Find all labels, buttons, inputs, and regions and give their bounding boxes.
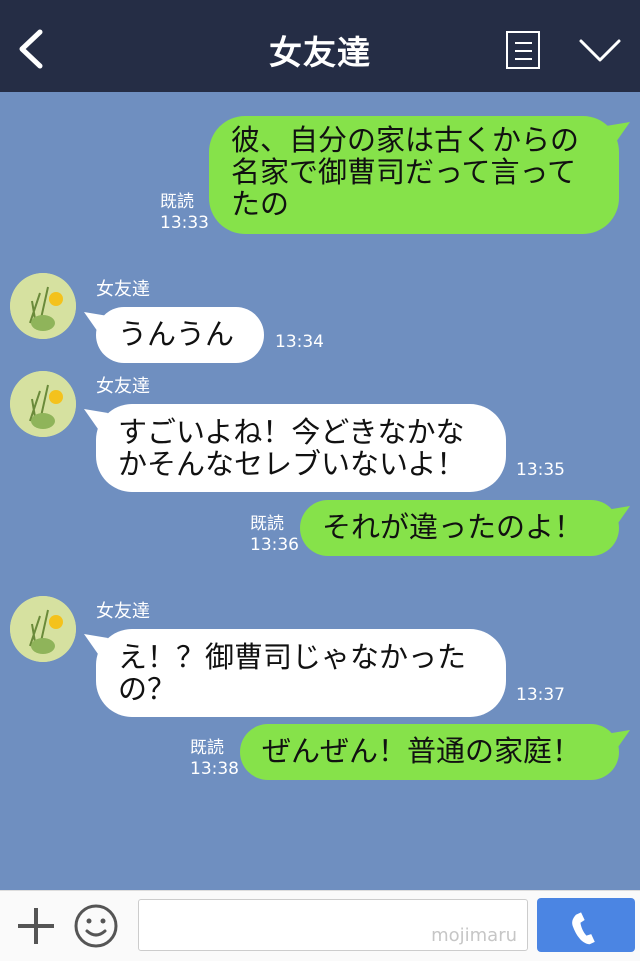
read-receipt: 既読 13:38 bbox=[190, 738, 239, 779]
bubble-tail bbox=[606, 122, 630, 142]
sender-name: 女友達 bbox=[96, 601, 150, 622]
read-receipt: 既読 13:36 bbox=[250, 514, 299, 555]
call-button[interactable] bbox=[537, 898, 635, 952]
read-receipt: 既読 13:33 bbox=[160, 192, 209, 233]
message-input[interactable]: mojimaru bbox=[138, 899, 528, 951]
notes-icon[interactable] bbox=[506, 31, 540, 69]
phone-icon bbox=[572, 912, 595, 945]
sender-name: 女友達 bbox=[96, 279, 150, 300]
chat-title: 女友達 bbox=[269, 33, 371, 72]
chat-header: 女友達 bbox=[0, 0, 640, 92]
watermark-text: mojimaru bbox=[431, 925, 517, 946]
message-time: 13:37 bbox=[516, 685, 565, 705]
bubble-tail bbox=[606, 506, 630, 526]
my-message-bubble[interactable]: ぜんぜん！普通の家庭！ bbox=[240, 724, 619, 780]
chat-input-bar: mojimaru bbox=[0, 890, 640, 961]
avatar[interactable] bbox=[10, 273, 76, 339]
message-time: 13:34 bbox=[275, 332, 324, 352]
avatar[interactable] bbox=[10, 371, 76, 437]
my-message-bubble[interactable]: 彼、自分の家は古くからの 名家で御曹司だって言って たの bbox=[209, 116, 619, 234]
smiley-icon[interactable] bbox=[73, 903, 119, 949]
sender-name: 女友達 bbox=[96, 376, 150, 397]
message-list[interactable]: 既読 13:33 彼、自分の家は古くからの 名家で御曹司だって言って たの 女友達 う… bbox=[0, 92, 640, 890]
message-time: 13:35 bbox=[516, 460, 565, 480]
chevron-down-icon[interactable] bbox=[578, 36, 622, 66]
bubble-tail bbox=[606, 730, 630, 750]
my-message-bubble[interactable]: それが違ったのよ！ bbox=[300, 500, 619, 556]
friend-message-bubble[interactable]: え！？御曹司じゃなかった の？ bbox=[96, 629, 506, 717]
avatar[interactable] bbox=[10, 596, 76, 662]
plus-icon[interactable] bbox=[14, 904, 58, 948]
friend-message-bubble[interactable]: うんうん bbox=[96, 307, 264, 363]
friend-message-bubble[interactable]: すごいよね！今どきなかな かそんなセレブいないよ！ bbox=[96, 404, 506, 492]
